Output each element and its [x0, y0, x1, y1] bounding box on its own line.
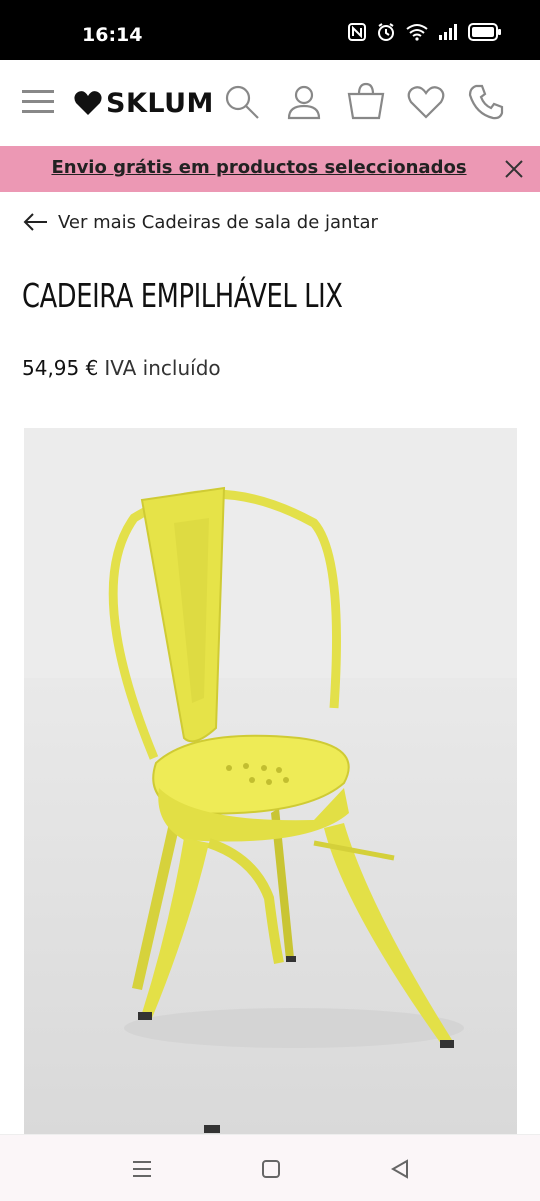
status-bar: 16:14: [0, 0, 540, 60]
battery-icon: [468, 23, 501, 41]
product-title: CADEIRA EMPILHÁVEL LIX: [22, 276, 343, 315]
product-image[interactable]: [24, 428, 517, 1134]
back-icon[interactable]: [388, 1157, 412, 1181]
promo-banner: Envio grátis em productos seleccionados: [0, 146, 540, 192]
heart-logo-icon: [74, 91, 102, 115]
back-to-category-link[interactable]: Ver mais Cadeiras de sala de jantar: [22, 208, 378, 236]
arrow-left-icon: [23, 213, 47, 231]
brand-name: SKLUM: [106, 87, 214, 119]
phone-icon[interactable]: [466, 82, 506, 122]
product-price: 54,95 €: [22, 356, 99, 380]
search-icon[interactable]: [222, 82, 262, 122]
cart-icon[interactable]: [346, 82, 386, 122]
chair-illustration: [24, 428, 517, 1134]
vat-label: IVA incluído: [104, 356, 221, 380]
system-nav-bar: [0, 1134, 540, 1201]
product-price-row: 54,95 € IVA incluído: [22, 356, 221, 380]
recent-apps-icon[interactable]: [130, 1157, 154, 1181]
wishlist-icon[interactable]: [406, 82, 446, 122]
promo-link[interactable]: Envio grátis em productos seleccionados: [0, 157, 518, 178]
status-time: 16:14: [82, 24, 143, 46]
menu-icon[interactable]: [20, 84, 56, 120]
signal-icon: [439, 24, 457, 40]
close-icon[interactable]: [504, 159, 524, 179]
back-link-label: Ver mais Cadeiras de sala de jantar: [58, 211, 378, 233]
alarm-icon: [378, 23, 394, 41]
status-icons: [348, 22, 502, 42]
brand-logo[interactable]: SKLUM: [74, 86, 214, 120]
home-icon[interactable]: [259, 1157, 283, 1181]
wifi-icon: [406, 24, 428, 41]
user-icon[interactable]: [284, 82, 324, 122]
site-header: SKLUM: [0, 60, 540, 146]
nfc-icon: [348, 23, 366, 41]
